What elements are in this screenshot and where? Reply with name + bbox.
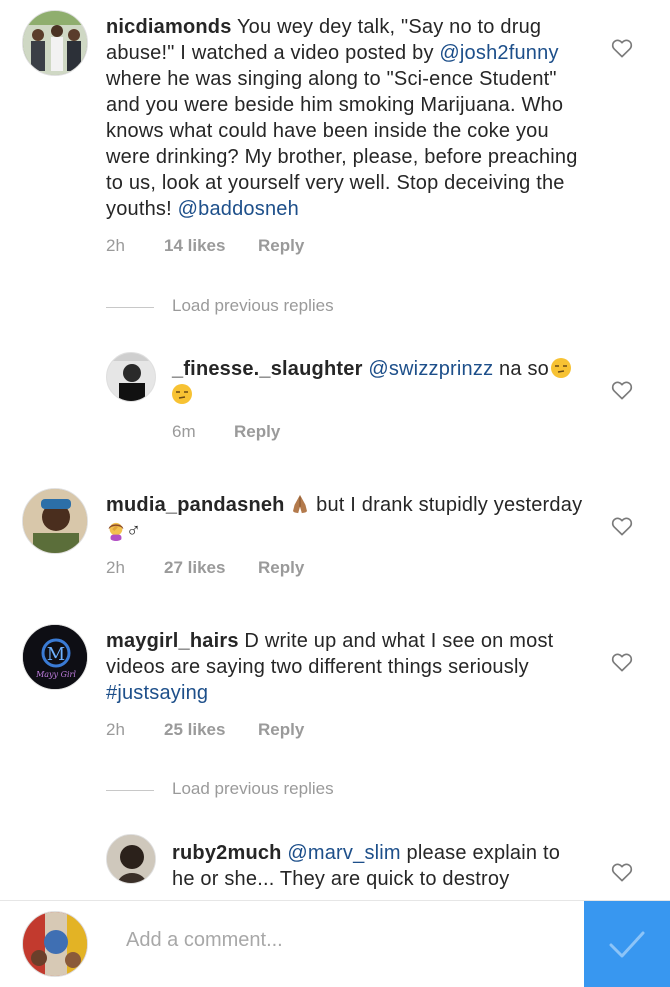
like-count[interactable]: 27 likes [164, 558, 258, 578]
avatar-photo [23, 912, 87, 976]
post-comment-button[interactable] [584, 901, 670, 987]
comment-meta: 2h 25 likes Reply [106, 720, 304, 740]
comment-time: 2h [106, 720, 125, 739]
reply-body-part: na so [493, 358, 549, 380]
unamused-face-emoji [172, 384, 192, 404]
folded-hands-emoji [293, 494, 308, 514]
avatar-photo [107, 353, 155, 401]
reply-time: 6m [172, 422, 196, 441]
reply-button[interactable]: Reply [234, 422, 280, 442]
comment-time: 2h [106, 236, 125, 255]
divider-line [106, 307, 154, 308]
reply-meta: 6m Reply [172, 422, 280, 442]
load-previous-label[interactable]: Load previous replies [172, 296, 334, 316]
comment-text: maygirl_hairs D write up and what I see … [106, 628, 596, 706]
comment-meta: 2h 27 likes Reply [106, 558, 304, 578]
mention-link[interactable]: @swizzprinzz [368, 358, 493, 380]
avatar-photo [23, 11, 87, 75]
reply-button[interactable]: Reply [258, 236, 304, 256]
comment-body-part: ♂ [126, 520, 142, 542]
reply-button[interactable]: Reply [258, 558, 304, 578]
reply-text: ruby2much @marv_slim please explain to h… [172, 840, 582, 892]
heart-outline-icon[interactable] [611, 862, 633, 882]
comment-body-part: but I drank stupidly yesterday [310, 494, 583, 516]
avatar[interactable] [22, 10, 88, 76]
comment-mudia-pandasneh: mudia_pandasneh but I drank stupidly yes… [0, 480, 670, 590]
heart-outline-icon[interactable] [611, 516, 633, 536]
reply-ruby2much: ruby2much @marv_slim please explain to h… [0, 826, 670, 900]
mention-link[interactable]: @baddosneh [178, 198, 299, 220]
woman-facepalming-emoji [108, 522, 124, 541]
heart-outline-icon[interactable] [611, 380, 633, 400]
checkmark-icon [609, 931, 645, 958]
avatar[interactable] [22, 488, 88, 554]
mention-link[interactable]: @josh2funny [439, 42, 558, 64]
comment-text: mudia_pandasneh but I drank stupidly yes… [106, 492, 596, 544]
load-previous-replies[interactable]: Load previous replies [106, 779, 366, 801]
comment-meta: 2h 14 likes Reply [106, 236, 304, 256]
svg-text:Mayy Girl: Mayy Girl [35, 670, 76, 679]
load-previous-replies[interactable]: Load previous replies [106, 296, 366, 318]
avatar-photo [107, 835, 155, 883]
heart-outline-icon[interactable] [611, 652, 633, 672]
divider-line [106, 790, 154, 791]
hashtag-link[interactable]: #justsaying [106, 682, 208, 704]
comment-text: nicdiamonds You wey dey talk, "Say no to… [106, 14, 596, 222]
unamused-face-emoji [550, 358, 571, 378]
reply-username[interactable]: _finesse._slaughter [172, 358, 363, 380]
comment-time: 2h [106, 558, 125, 577]
mention-link[interactable]: @marv_slim [287, 842, 400, 864]
comment-username[interactable]: mudia_pandasneh [106, 494, 285, 516]
comment-maygirl-hairs: M Mayy Girl maygirl_hairs D write up and… [0, 616, 670, 746]
like-count[interactable]: 25 likes [164, 720, 258, 740]
comment-username[interactable]: maygirl_hairs [106, 630, 239, 652]
reply-username[interactable]: ruby2much [172, 842, 282, 864]
avatar-photo [23, 489, 87, 553]
avatar[interactable] [106, 834, 156, 884]
heart-outline-icon[interactable] [611, 38, 633, 58]
comment-composer: Add a comment... [0, 900, 670, 987]
comment-username[interactable]: nicdiamonds [106, 16, 232, 38]
add-comment-input[interactable]: Add a comment... [126, 929, 283, 952]
avatar[interactable] [106, 352, 156, 402]
avatar[interactable]: M Mayy Girl [22, 624, 88, 690]
reply-text: _finesse._slaughter @swizzprinzz na so [172, 356, 592, 408]
like-count[interactable]: 14 likes [164, 236, 258, 256]
svg-text:M: M [47, 644, 65, 665]
comment-nicdiamonds: nicdiamonds You wey dey talk, "Say no to… [0, 0, 670, 280]
avatar-photo: M Mayy Girl [23, 625, 87, 689]
reply-button[interactable]: Reply [258, 720, 304, 740]
current-user-avatar [22, 911, 88, 977]
load-previous-label[interactable]: Load previous replies [172, 779, 334, 799]
reply-finesse-slaughter: _finesse._slaughter @swizzprinzz na so 6… [0, 340, 670, 450]
